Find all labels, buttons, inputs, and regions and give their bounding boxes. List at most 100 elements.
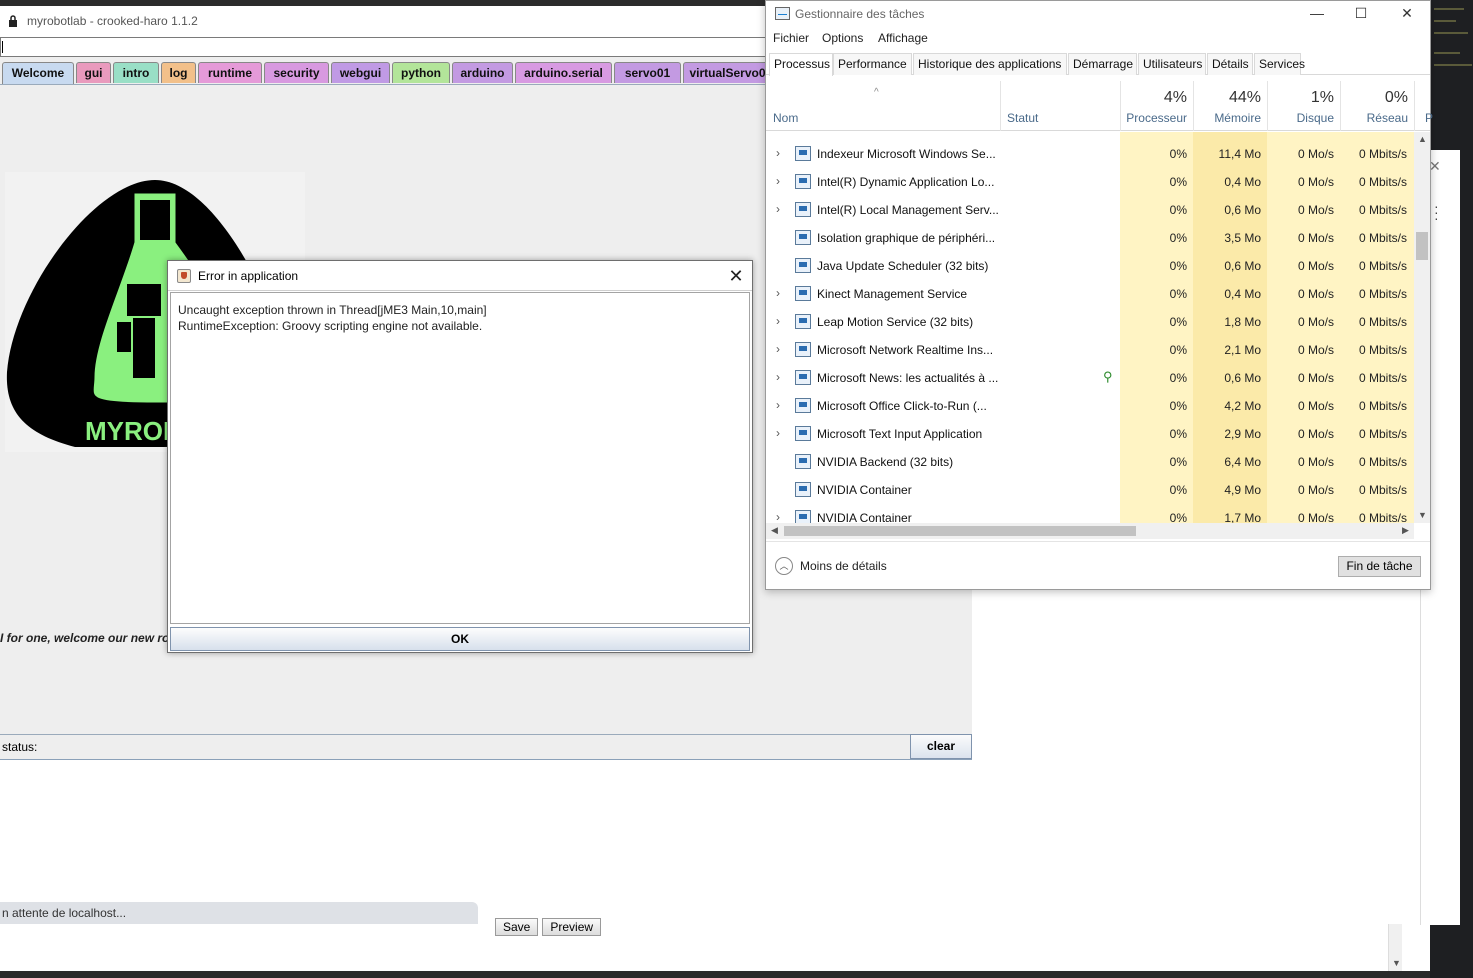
tab-runtime[interactable]: runtime	[198, 62, 262, 83]
process-row[interactable]: › NVIDIA Container 0% 1,7 Mo 0 Mo/s 0 Mbits/s	[766, 504, 1414, 523]
process-network: 0 Mbits/s	[1358, 427, 1407, 441]
process-cpu: 0%	[1169, 147, 1187, 161]
column-memory[interactable]: 44% Mémoire	[1193, 81, 1267, 131]
menu-options[interactable]: Options	[822, 31, 863, 45]
chevron-right-icon[interactable]: ›	[776, 370, 780, 384]
process-row[interactable]: NVIDIA Container 0% 4,9 Mo 0 Mo/s 0 Mbits/s	[766, 476, 1414, 504]
tab-intro[interactable]: intro	[113, 62, 159, 83]
tab-historique-des-applications[interactable]: Historique des applications	[913, 53, 1067, 75]
process-icon	[795, 314, 811, 329]
chevron-right-icon[interactable]: ›	[776, 146, 780, 160]
process-row[interactable]: › Microsoft Office Click-to-Run (... 0% 4,2…	[766, 392, 1414, 420]
browser-scrollbar[interactable]: ▼	[1388, 924, 1402, 971]
tab-utilisateurs[interactable]: Utilisateurs	[1138, 53, 1206, 75]
sort-up-icon[interactable]: ^	[874, 87, 879, 98]
tab-python[interactable]: python	[392, 62, 450, 83]
tab-processus[interactable]: Processus	[769, 53, 833, 76]
process-disk: 0 Mo/s	[1297, 231, 1334, 245]
clear-button[interactable]: clear	[910, 734, 972, 759]
disk-total: 1%	[1310, 89, 1334, 106]
process-memory: 2,1 Mo	[1224, 343, 1261, 357]
minimize-icon[interactable]: —	[1294, 1, 1340, 27]
process-list-hscrollbar[interactable]: ◀ ▶	[766, 523, 1414, 539]
end-task-button[interactable]: Fin de tâche	[1338, 556, 1421, 577]
process-icon	[795, 286, 811, 301]
process-row[interactable]: › Microsoft Network Realtime Ins... 0% 2,1 …	[766, 336, 1414, 364]
close-icon[interactable]: ✕	[1384, 1, 1430, 27]
column-cpu[interactable]: 4% Processeur	[1120, 81, 1193, 131]
maximize-icon[interactable]: ☐	[1338, 1, 1384, 27]
menu-affichage[interactable]: Affichage	[878, 31, 928, 45]
chevron-right-icon[interactable]: ›	[776, 342, 780, 356]
tab-log[interactable]: log	[161, 62, 196, 83]
column-network[interactable]: 0% Réseau	[1340, 81, 1414, 131]
column-extra[interactable]: P	[1414, 81, 1433, 131]
process-memory: 0,4 Mo	[1224, 175, 1261, 189]
chevron-up-icon[interactable]: ︿	[775, 557, 793, 575]
process-memory: 1,8 Mo	[1224, 315, 1261, 329]
process-row[interactable]: › Intel(R) Local Management Serv... 0% 0,6 …	[766, 196, 1414, 224]
process-cpu: 0%	[1169, 371, 1187, 385]
tab-performance[interactable]: Performance	[833, 53, 912, 75]
process-table-header: ^ Nom Statut 4% Processeur 44% Mémoire 1…	[766, 81, 1433, 131]
disk-label: Disque	[1296, 111, 1334, 125]
process-icon	[795, 202, 811, 217]
tab-webgui[interactable]: webgui	[331, 62, 390, 83]
process-row[interactable]: Isolation graphique de périphéri... 0% 3,5…	[766, 224, 1414, 252]
leaf-icon: ⚲	[1103, 369, 1113, 384]
chevron-right-icon[interactable]: ›	[776, 510, 780, 523]
chevron-right-icon[interactable]: ›	[776, 174, 780, 188]
column-name[interactable]: Nom	[773, 111, 798, 125]
process-row[interactable]: › Kinect Management Service 0% 0,4 Mo 0 Mo/s…	[766, 280, 1414, 308]
save-button[interactable]: Save	[495, 918, 539, 936]
process-name: Microsoft News: les actualités à ...	[817, 371, 999, 385]
ok-button[interactable]: OK	[170, 627, 750, 651]
chevron-right-icon[interactable]: ›	[776, 314, 780, 328]
process-row[interactable]: › Indexeur Microsoft Windows Se... 0% 11,4 …	[766, 140, 1414, 168]
process-name: Indexeur Microsoft Windows Se...	[817, 147, 996, 161]
process-disk: 0 Mo/s	[1297, 175, 1334, 189]
process-name: Microsoft Network Realtime Ins...	[817, 343, 994, 357]
process-row[interactable]: › Microsoft Text Input Application 0% 2,9 M…	[766, 420, 1414, 448]
tab-demarrage[interactable]: Démarrage	[1068, 53, 1137, 75]
tab-arduino-serial[interactable]: arduino.serial	[515, 62, 612, 83]
menu-fichier[interactable]: Fichier	[773, 31, 809, 45]
tab-security[interactable]: security	[264, 62, 329, 83]
process-row[interactable]: Java Update Scheduler (32 bits) 0% 0,6 Mo 0…	[766, 252, 1414, 280]
vscroll-thumb[interactable]	[1416, 232, 1428, 260]
process-disk: 0 Mo/s	[1297, 427, 1334, 441]
more-options-icon[interactable]: · · ·	[1434, 199, 1439, 225]
process-row[interactable]: › Microsoft News: les actualités à ... ⚲ 0%…	[766, 364, 1414, 392]
process-icon	[795, 342, 811, 357]
tab-welcome[interactable]: Welcome	[2, 62, 74, 84]
close-icon[interactable]: ✕	[726, 266, 746, 286]
process-name: NVIDIA Container	[817, 511, 912, 523]
hscroll-thumb[interactable]	[784, 526, 1136, 536]
process-name: Microsoft Office Click-to-Run (...	[817, 399, 987, 413]
process-row[interactable]: NVIDIA Backend (32 bits) 0% 6,4 Mo 0 Mo/s 0 …	[766, 448, 1414, 476]
java-icon	[177, 269, 191, 283]
tab-virtualservo0[interactable]: virtualServo0	[683, 62, 772, 83]
cpu-total: 4%	[1163, 89, 1187, 106]
memory-label: Mémoire	[1214, 111, 1261, 125]
process-network: 0 Mbits/s	[1358, 483, 1407, 497]
process-list: › Indexeur Microsoft Windows Se... 0% 11,4 …	[766, 132, 1414, 523]
chevron-right-icon[interactable]: ›	[776, 202, 780, 216]
chevron-right-icon[interactable]: ›	[776, 426, 780, 440]
chevron-right-icon[interactable]: ›	[776, 398, 780, 412]
process-list-vscrollbar[interactable]: ▲ ▼	[1414, 132, 1430, 523]
tab-gui[interactable]: gui	[76, 62, 111, 83]
process-row[interactable]: › Intel(R) Dynamic Application Lo... 0% 0,4…	[766, 168, 1414, 196]
tab-arduino[interactable]: arduino	[452, 62, 513, 83]
process-memory: 0,6 Mo	[1224, 259, 1261, 273]
tab-servo01[interactable]: servo01	[614, 62, 681, 83]
chevron-right-icon[interactable]: ›	[776, 286, 780, 300]
tab-details[interactable]: Détails	[1207, 53, 1253, 75]
preview-button[interactable]: Preview	[542, 918, 602, 936]
less-details-link[interactable]: Moins de détails	[800, 559, 887, 573]
process-memory: 4,9 Mo	[1224, 483, 1261, 497]
tab-services[interactable]: Services	[1254, 53, 1305, 75]
process-row[interactable]: › Leap Motion Service (32 bits) 0% 1,8 Mo 0 …	[766, 308, 1414, 336]
column-disk[interactable]: 1% Disque	[1267, 81, 1340, 131]
process-disk: 0 Mo/s	[1297, 371, 1334, 385]
